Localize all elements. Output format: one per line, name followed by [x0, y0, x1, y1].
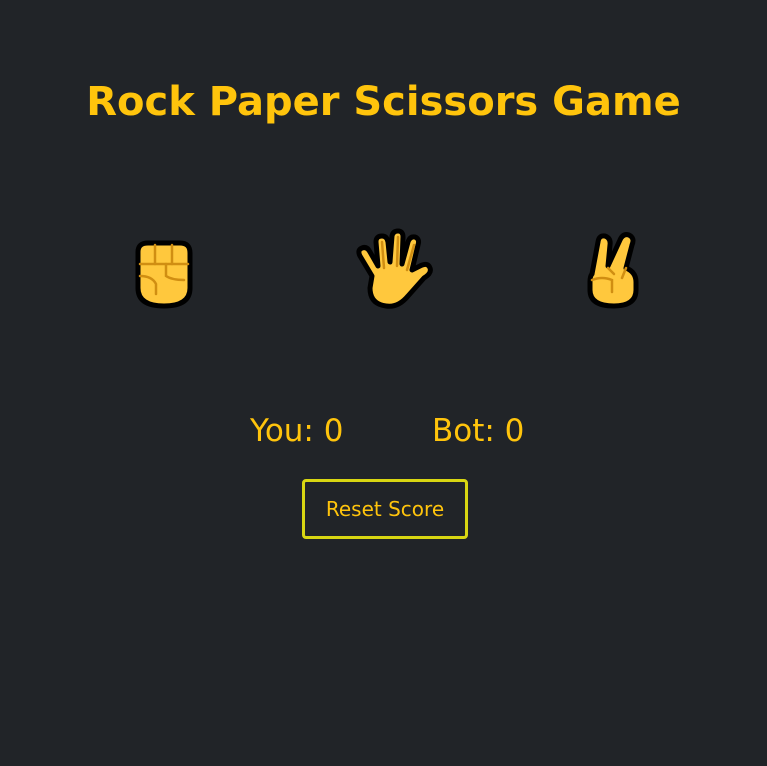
- scissors-button[interactable]: [564, 226, 660, 318]
- victory-hand-icon: [587, 232, 639, 309]
- page-title: Rock Paper Scissors Game: [86, 79, 681, 125]
- scoreboard: You: 0 Bot: 0: [0, 406, 767, 456]
- reset-score-button[interactable]: Reset Score: [302, 479, 468, 539]
- rock-button[interactable]: [114, 226, 210, 318]
- raised-fist-icon: [135, 240, 193, 309]
- bot-score: Bot: 0: [432, 413, 525, 449]
- player-score: You: 0: [250, 413, 344, 449]
- paper-button[interactable]: [342, 226, 438, 318]
- choice-buttons: [0, 226, 767, 318]
- raised-hand-icon: [356, 228, 433, 309]
